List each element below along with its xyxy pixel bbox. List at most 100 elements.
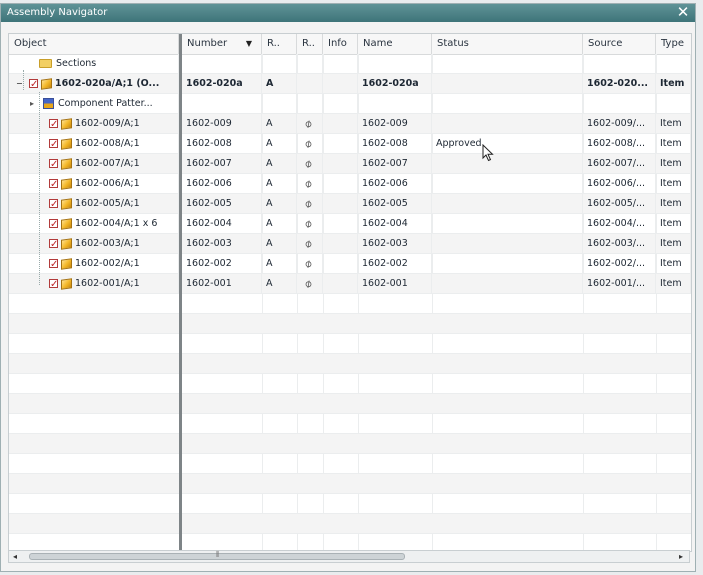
- scrollbar-thumb[interactable]: ⦀: [29, 550, 405, 560]
- empty-row: [9, 314, 691, 334]
- tree-row[interactable]: −1602-020a/A;1 (O...1602-020aA1602-020a1…: [9, 74, 691, 94]
- tree-row[interactable]: 1602-001/A;11602-001A⌀1602-0011602-001/.…: [9, 274, 691, 294]
- visibility-checkbox-icon[interactable]: [49, 175, 58, 194]
- cell-object[interactable]: − 1602-020a/A;1 (O...: [9, 74, 179, 94]
- visibility-checkbox-icon[interactable]: [49, 275, 58, 294]
- cell-name: 1602-007: [358, 154, 432, 174]
- scroll-right-icon[interactable]: ▸: [679, 551, 683, 562]
- expand-icon[interactable]: ▸: [30, 94, 34, 114]
- cell-source: 1602-004/...: [583, 214, 656, 234]
- cell-object[interactable]: ▸ Component Patter...: [9, 94, 179, 114]
- visibility-checkbox-icon[interactable]: [49, 155, 58, 174]
- cell-object[interactable]: 1602-001/A;1: [9, 274, 179, 294]
- cell-object[interactable]: 1602-002/A;1: [9, 254, 179, 274]
- cell-reference: ⌀: [297, 214, 323, 234]
- cell-object[interactable]: 1602-003/A;1: [9, 234, 179, 254]
- collapse-icon[interactable]: −: [16, 74, 23, 94]
- tree-row[interactable]: 1602-002/A;11602-002A⌀1602-0021602-002/.…: [9, 254, 691, 274]
- cell-object[interactable]: 1602-005/A;1: [9, 194, 179, 214]
- cell-name: 1602-004: [358, 214, 432, 234]
- cell-info: [323, 154, 358, 174]
- visibility-checkbox-icon[interactable]: [29, 75, 38, 94]
- paperclip-icon: ⌀: [301, 196, 315, 211]
- visibility-checkbox-icon[interactable]: [49, 255, 58, 274]
- column-header-source[interactable]: Source: [583, 34, 656, 54]
- cell-type: Item: [656, 194, 691, 214]
- tree-row[interactable]: 1602-005/A;11602-005A⌀1602-0051602-005/.…: [9, 194, 691, 214]
- cell-info: [323, 274, 358, 294]
- object-label: 1602-006/A;1: [75, 178, 140, 189]
- tree-row[interactable]: ▸ Component Patter...: [9, 94, 691, 114]
- cell-revision: A: [262, 234, 297, 254]
- cell-object[interactable]: 1602-004/A;1 x 6: [9, 214, 179, 234]
- cell-source: 1602-006/...: [583, 174, 656, 194]
- visibility-checkbox-icon[interactable]: [49, 135, 58, 154]
- visibility-checkbox-icon[interactable]: [49, 215, 58, 234]
- column-header-type[interactable]: Type: [656, 34, 691, 54]
- cell-reference: ⌀: [297, 134, 323, 154]
- tree-row[interactable]: 1602-008/A;11602-008A⌀1602-008Approved16…: [9, 134, 691, 154]
- paperclip-icon: ⌀: [301, 156, 315, 171]
- paperclip-icon: ⌀: [301, 136, 315, 151]
- cell-name: 1602-020a: [358, 74, 432, 94]
- tree-row[interactable]: 1602-006/A;11602-006A⌀1602-0061602-006/.…: [9, 174, 691, 194]
- horizontal-scrollbar[interactable]: ◂ ⦀ ▸: [8, 550, 690, 563]
- cell-revision: A: [262, 114, 297, 134]
- cell-status: [432, 174, 583, 194]
- cell-source: 1602-009/...: [583, 114, 656, 134]
- cell-info: [323, 74, 358, 94]
- cell-object[interactable]: 1602-006/A;1: [9, 174, 179, 194]
- empty-row: [9, 434, 691, 454]
- visibility-checkbox-icon[interactable]: [49, 235, 58, 254]
- cell-status: [432, 234, 583, 254]
- cell-number: [182, 94, 262, 114]
- column-header-object[interactable]: Object: [9, 34, 179, 54]
- tree-row[interactable]: 1602-004/A;1 x 61602-004A⌀1602-0041602-0…: [9, 214, 691, 234]
- close-icon[interactable]: ✕: [676, 4, 690, 22]
- cell-type: Item: [656, 114, 691, 134]
- scroll-left-icon[interactable]: ◂: [13, 551, 17, 562]
- sort-descending-icon[interactable]: ▼: [246, 34, 252, 54]
- cell-number: 1602-007: [182, 154, 262, 174]
- visibility-checkbox-icon[interactable]: [49, 195, 58, 214]
- tree-row[interactable]: 1602-009/A;11602-009A⌀1602-0091602-009/.…: [9, 114, 691, 134]
- cell-number: 1602-009: [182, 114, 262, 134]
- column-header-status[interactable]: Status: [432, 34, 583, 54]
- part-icon: [61, 157, 72, 170]
- title-bar: Assembly Navigator ✕: [1, 4, 695, 22]
- object-label: 1602-003/A;1: [75, 238, 140, 249]
- paperclip-icon: ⌀: [301, 276, 315, 291]
- cell-info: [323, 214, 358, 234]
- cell-name: [358, 54, 432, 74]
- cell-reference: [297, 74, 323, 94]
- navigator-grid: Object Number ▼ R.. R.. Info Name Status…: [8, 33, 692, 552]
- tree-row[interactable]: 1602-007/A;11602-007A⌀1602-0071602-007/.…: [9, 154, 691, 174]
- tree-row[interactable]: 1602-003/A;11602-003A⌀1602-0031602-003/.…: [9, 234, 691, 254]
- visibility-checkbox-icon[interactable]: [49, 115, 58, 134]
- cell-revision: A: [262, 254, 297, 274]
- column-header-revision[interactable]: R..: [262, 34, 297, 54]
- cell-object[interactable]: 1602-008/A;1: [9, 134, 179, 154]
- column-header-reference[interactable]: R..: [297, 34, 323, 54]
- cell-reference: ⌀: [297, 254, 323, 274]
- tree-row[interactable]: Sections: [9, 54, 691, 74]
- column-header-number[interactable]: Number ▼: [182, 34, 262, 54]
- cell-revision: A: [262, 274, 297, 294]
- column-header-info[interactable]: Info: [323, 34, 358, 54]
- column-header-name[interactable]: Name: [358, 34, 432, 54]
- cell-type: Item: [656, 154, 691, 174]
- cell-type: Item: [656, 274, 691, 294]
- cell-type: Item: [656, 214, 691, 234]
- cell-object[interactable]: 1602-007/A;1: [9, 154, 179, 174]
- assembly-icon: [41, 77, 52, 90]
- paperclip-icon: ⌀: [301, 236, 315, 251]
- empty-row: [9, 414, 691, 434]
- paperclip-icon: ⌀: [301, 176, 315, 191]
- pane-splitter[interactable]: [179, 34, 182, 551]
- cell-type: [656, 54, 691, 74]
- cell-object[interactable]: Sections: [9, 54, 179, 74]
- cell-status: [432, 274, 583, 294]
- cell-object[interactable]: 1602-009/A;1: [9, 114, 179, 134]
- cell-revision: [262, 94, 297, 114]
- column-header-number-label: Number: [187, 38, 228, 49]
